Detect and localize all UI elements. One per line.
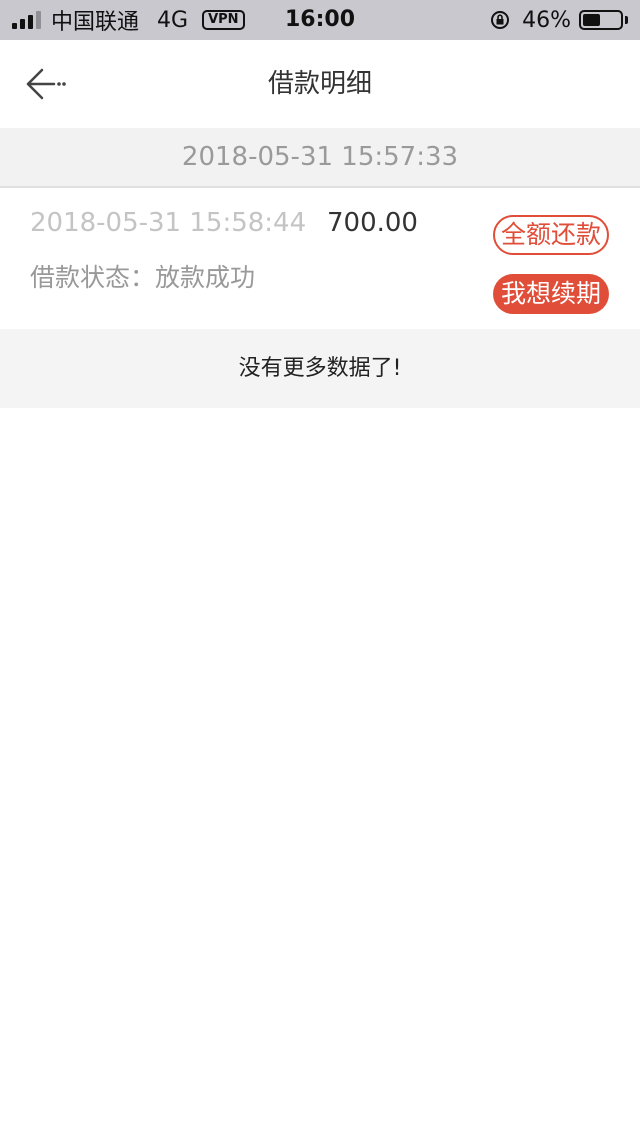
battery-tip (625, 16, 628, 24)
full-repay-button[interactable]: 全额还款 (493, 215, 609, 255)
nav-bar: 借款明细 (0, 40, 640, 128)
status-bar-right: 46% (490, 0, 628, 40)
status-bar: 中国联通 4G VPN 16:00 46% (0, 0, 640, 40)
record-time: 2018-05-31 15:58:44 (30, 208, 307, 238)
no-more-data-text: 没有更多数据了! (0, 329, 640, 408)
battery-percentage: 46% (522, 7, 571, 33)
rotation-lock-icon (491, 11, 510, 29)
date-group-header: 2018-05-31 15:57:33 (0, 128, 640, 188)
record-status: 借款状态：放款成功 (30, 263, 256, 292)
record-amount: 700.00 (327, 208, 418, 238)
loan-record: 2018-05-31 15:58:44 700.00 借款状态：放款成功 全额还… (0, 188, 640, 328)
battery-fill (583, 14, 600, 26)
page-title: 借款明细 (267, 69, 372, 99)
battery-icon (579, 10, 623, 30)
extend-loan-button[interactable]: 我想续期 (493, 274, 609, 314)
